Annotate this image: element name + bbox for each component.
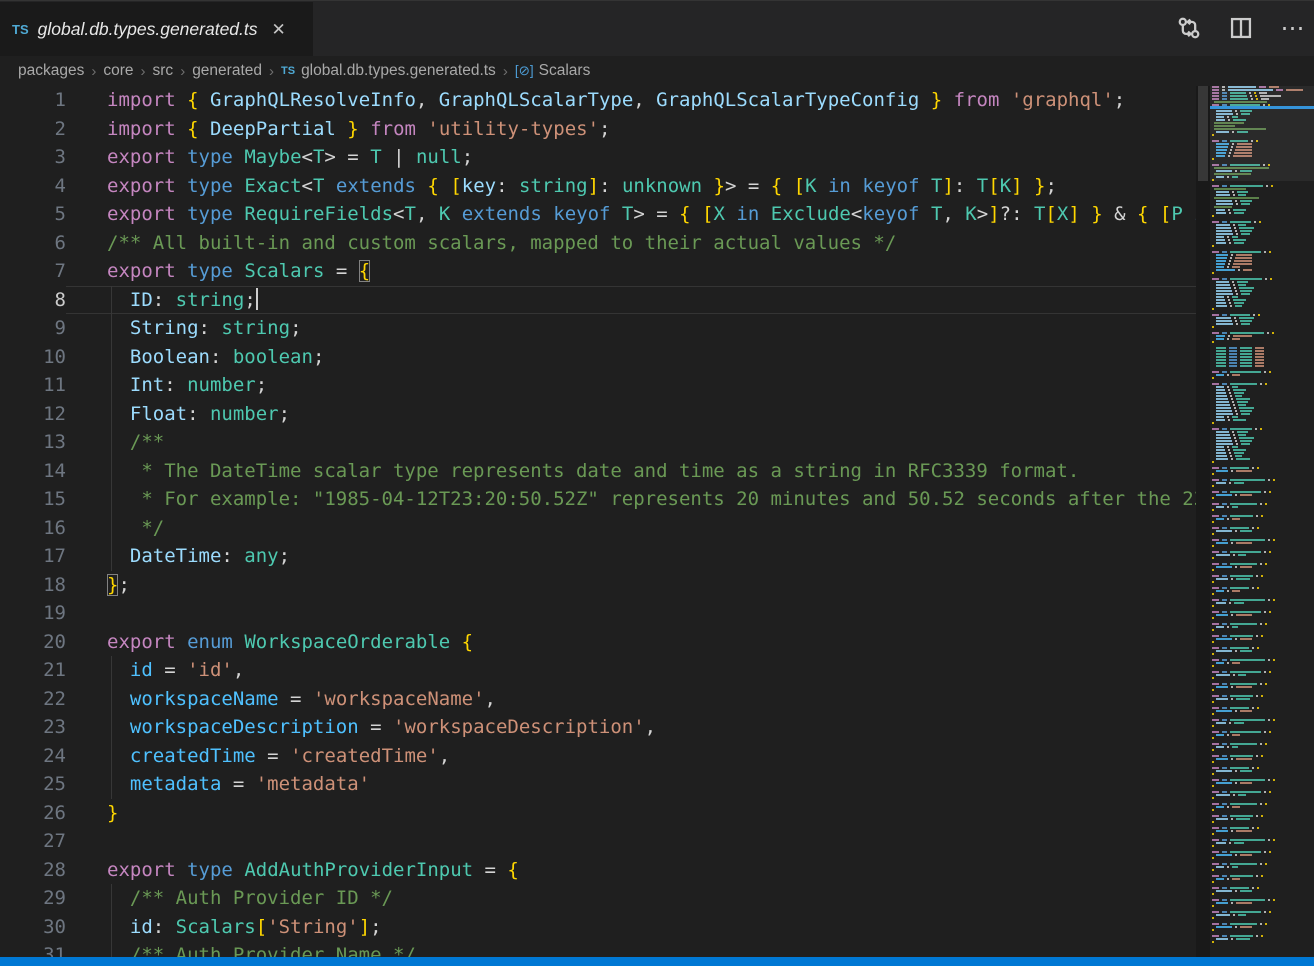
code-line-9: 9 String: string; (0, 314, 1207, 343)
code-line-20: 20export enum WorkspaceOrderable { (0, 628, 1207, 657)
code-line-18: 18}; (0, 571, 1207, 600)
vscode-window: TS global.db.types.generated.ts ✕ (0, 0, 1314, 966)
code-line-15: 15 * For example: "1985-04-12T23:20:50.5… (0, 485, 1207, 514)
code-line-30: 30 id: Scalars['String']; (0, 913, 1207, 942)
line-number: 4 (0, 172, 66, 201)
code-line-3: 3export type Maybe<T> = T | null; (0, 143, 1207, 172)
breadcrumb: packages›core›src›generated›TSglobal.db.… (0, 56, 1314, 86)
breadcrumb-item-core[interactable]: core› (103, 62, 152, 80)
code-line-31: 31 /** Auth Provider Name */ (0, 941, 1207, 957)
code-line-17: 17 DateTime: any; (0, 542, 1207, 571)
line-number: 28 (0, 856, 66, 885)
line-number: 12 (0, 400, 66, 429)
line-number: 23 (0, 713, 66, 742)
code-line-5: 5export type RequireFields<T, K extends … (0, 200, 1207, 229)
line-number: 25 (0, 770, 66, 799)
breadcrumb-item-packages[interactable]: packages› (18, 62, 103, 80)
line-number: 22 (0, 685, 66, 714)
tab-bar: TS global.db.types.generated.ts ✕ (0, 0, 1314, 56)
text-cursor (256, 288, 258, 310)
code-line-29: 29 /** Auth Provider ID */ (0, 884, 1207, 913)
indent-guide (111, 286, 112, 571)
line-number: 27 (0, 827, 66, 856)
line-number: 11 (0, 371, 66, 400)
code-line-28: 28export type AddAuthProviderInput = { (0, 856, 1207, 885)
more-actions-icon[interactable]: ⋯ (1278, 13, 1308, 43)
code-line-19: 19 (0, 599, 1207, 628)
line-number: 13 (0, 428, 66, 457)
minimap[interactable] (1210, 86, 1314, 957)
code-line-12: 12 Float: number; (0, 400, 1207, 429)
code-line-7: 7export type Scalars = { (0, 257, 1207, 286)
code-line-21: 21 id = 'id', (0, 656, 1207, 685)
typescript-file-icon: TS (281, 65, 295, 77)
indent-guide (111, 884, 112, 957)
breadcrumb-item-scalars[interactable]: [⊘]Scalars (515, 62, 591, 80)
code-line-6: 6/** All built-in and custom scalars, ma… (0, 229, 1207, 258)
line-number: 19 (0, 599, 66, 628)
code-line-2: 2import { DeepPartial } from 'utility-ty… (0, 115, 1207, 144)
status-bar (0, 957, 1314, 966)
open-changes-icon[interactable] (1174, 13, 1204, 43)
line-number: 3 (0, 143, 66, 172)
code-line-10: 10 Boolean: boolean; (0, 343, 1207, 372)
code-editor[interactable]: 1import { GraphQLResolveInfo, GraphQLSca… (0, 86, 1207, 957)
line-number: 17 (0, 542, 66, 571)
symbol-icon: [⊘] (515, 63, 534, 79)
close-tab-icon[interactable]: ✕ (272, 21, 286, 38)
code-line-26: 26} (0, 799, 1207, 828)
code-line-14: 14 * The DateTime scalar type represents… (0, 457, 1207, 486)
scrollbar-slider[interactable] (1198, 86, 1208, 181)
code-line-8: 8 ID: string; (0, 286, 1207, 315)
line-number: 1 (0, 86, 66, 115)
line-number: 29 (0, 884, 66, 913)
breadcrumb-separator: › (269, 63, 274, 80)
code-line-4: 4export type Exact<T extends { [key: str… (0, 172, 1207, 201)
line-number: 24 (0, 742, 66, 771)
editor-actions: ⋯ (1174, 13, 1308, 43)
line-number: 20 (0, 628, 66, 657)
minimap-content (1210, 86, 1314, 947)
line-number: 6 (0, 229, 66, 258)
breadcrumb-item-generated[interactable]: generated› (192, 62, 281, 80)
split-editor-icon[interactable] (1226, 13, 1256, 43)
code-line-24: 24 createdTime = 'createdTime', (0, 742, 1207, 771)
minimap-slider[interactable] (1210, 86, 1314, 181)
breadcrumb-separator: › (180, 63, 185, 80)
code-line-22: 22 workspaceName = 'workspaceName', (0, 685, 1207, 714)
breadcrumb-separator: › (503, 63, 508, 80)
line-number: 5 (0, 200, 66, 229)
tab-title: global.db.types.generated.ts (38, 19, 258, 40)
breadcrumb-separator: › (141, 63, 146, 80)
line-number: 18 (0, 571, 66, 600)
breadcrumb-item-global-db-types-generated-ts[interactable]: TSglobal.db.types.generated.ts› (281, 62, 515, 80)
line-number: 9 (0, 314, 66, 343)
line-number: 15 (0, 485, 66, 514)
line-number: 2 (0, 115, 66, 144)
line-number: 16 (0, 514, 66, 543)
line-number: 8 (0, 286, 66, 315)
line-number: 7 (0, 257, 66, 286)
line-number: 14 (0, 457, 66, 486)
code-line-27: 27 (0, 827, 1207, 856)
line-number: 30 (0, 913, 66, 942)
line-number: 26 (0, 799, 66, 828)
line-number: 21 (0, 656, 66, 685)
tab-global-db-types[interactable]: TS global.db.types.generated.ts ✕ (0, 2, 313, 57)
code-line-13: 13 /** (0, 428, 1207, 457)
code-line-1: 1import { GraphQLResolveInfo, GraphQLSca… (0, 86, 1207, 115)
breadcrumb-separator: › (91, 63, 96, 80)
code-line-25: 25 metadata = 'metadata' (0, 770, 1207, 799)
code-line-16: 16 */ (0, 514, 1207, 543)
code-line-11: 11 Int: number; (0, 371, 1207, 400)
line-number: 10 (0, 343, 66, 372)
code-line-23: 23 workspaceDescription = 'workspaceDesc… (0, 713, 1207, 742)
breadcrumb-item-src[interactable]: src› (153, 62, 193, 80)
typescript-file-icon: TS (12, 22, 29, 37)
indent-guide (111, 656, 112, 799)
vertical-scrollbar[interactable] (1196, 86, 1210, 957)
line-number: 31 (0, 941, 66, 957)
